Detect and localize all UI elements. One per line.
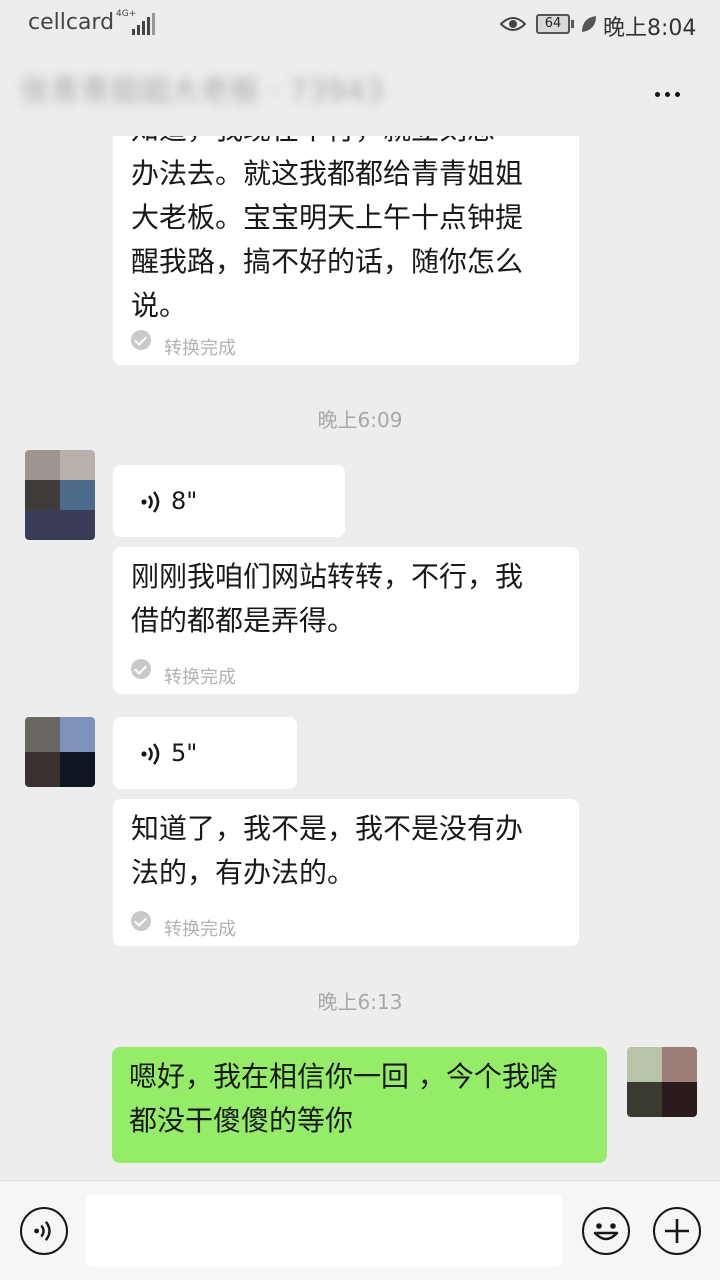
smile-face-icon [593, 1222, 618, 1240]
carrier-name: cellcard [28, 10, 115, 35]
signal-icon [132, 13, 156, 35]
convert-status-label: 转换完成 [164, 667, 236, 688]
voice-wave-icon [141, 743, 160, 765]
contact-avatar[interactable] [25, 717, 95, 787]
my-avatar[interactable] [627, 1047, 697, 1117]
message-line: 嗯好，我在相信你一回 ，今个我啥 [129, 1060, 558, 1093]
convert-status-label: 转换完成 [164, 919, 236, 940]
message-line: 知道了，我不是，我不是没有办 [131, 812, 524, 845]
voice-duration: 8" [171, 487, 198, 515]
chat-area[interactable]: 知道，我现在不行，就立刻想 办法去。就这我都都给青青姐姐 大老板。宝宝明天上午十… [0, 0, 720, 1180]
battery-level: 64 [544, 16, 562, 31]
received-voice-text-bubble[interactable]: 知道，我现在不行，就立刻想 办法去。就这我都都给青青姐姐 大老板。宝宝明天上午十… [113, 100, 579, 365]
check-icon [131, 659, 151, 679]
chat-title[interactable]: 张青青姐姐大老板 · 73943 [20, 70, 550, 114]
received-voice-text-bubble[interactable]: 知道了，我不是，我不是没有办 法的，有办法的。 转换完成 [113, 799, 579, 946]
nav-bar: 张青青姐姐大老板 · 73943 [0, 50, 720, 136]
battery-tip [571, 20, 574, 28]
more-dots-icon[interactable] [648, 74, 688, 114]
input-bar [0, 1180, 720, 1280]
voice-wave-icon [141, 491, 160, 513]
sent-text-bubble[interactable]: 嗯好，我在相信你一回 ，今个我啥 都没干傻傻的等你 [112, 1047, 607, 1163]
check-icon [131, 330, 151, 350]
message-line: 办法去。就这我都都给青青姐姐 [131, 157, 524, 190]
message-line: 大老板。宝宝明天上午十点钟提 [131, 201, 524, 234]
contact-avatar[interactable] [25, 450, 95, 540]
convert-status-label: 转换完成 [164, 338, 236, 359]
voice-duration: 5" [171, 739, 198, 767]
status-bar: cellcard 4G+ 64 晚上8:04 [0, 0, 720, 50]
emoji-icon[interactable] [582, 1207, 630, 1255]
power-saving-leaf-icon [582, 16, 596, 32]
voice-message-bubble[interactable]: 5" [113, 717, 297, 789]
message-line: 说。 [131, 289, 188, 322]
message-line: 醒我路，搞不好的话，随你怎么 [131, 245, 524, 278]
plus-icon[interactable] [653, 1207, 701, 1255]
voice-wave-icon [34, 1221, 51, 1241]
message-timestamp: 晚上6:13 [317, 990, 403, 1014]
voice-message-bubble[interactable]: 8" [113, 465, 345, 537]
message-line: 都没干傻傻的等你 [129, 1104, 354, 1137]
message-line: 法的，有办法的。 [131, 856, 356, 889]
message-input[interactable] [86, 1195, 562, 1267]
message-line: 借的都都是弄得。 [131, 604, 356, 637]
check-icon [131, 911, 151, 931]
received-voice-text-bubble[interactable]: 刚刚我咱们网站转转，不行，我 借的都都是弄得。 转换完成 [113, 547, 579, 694]
voice-mode-icon[interactable] [20, 1207, 68, 1255]
message-timestamp: 晚上6:09 [317, 408, 403, 432]
status-time: 晚上8:04 [603, 16, 697, 41]
eye-comfort-icon [500, 17, 526, 31]
message-line: 刚刚我咱们网站转转，不行，我 [131, 560, 524, 593]
plus-sign-icon [664, 1218, 689, 1243]
battery-icon: 64 [536, 14, 570, 34]
